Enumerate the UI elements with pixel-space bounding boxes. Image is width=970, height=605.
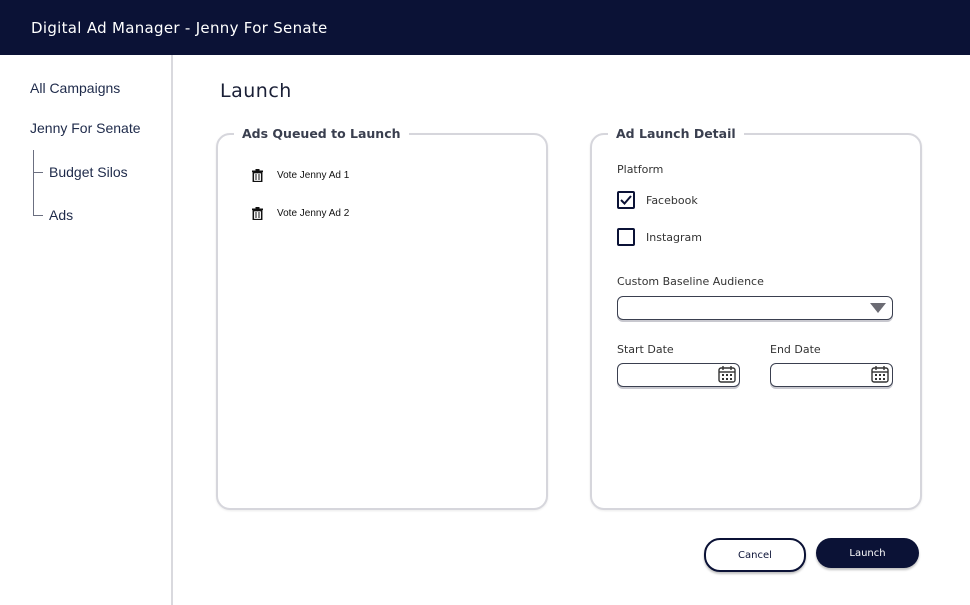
calendar-icon[interactable] (871, 365, 889, 383)
instagram-label: Instagram (646, 230, 702, 244)
trash-icon[interactable] (252, 169, 263, 182)
sidebar-item-jenny-for-senate[interactable]: Jenny For Senate (30, 120, 141, 136)
page-title: Launch (220, 80, 292, 102)
platform-instagram-option[interactable]: Instagram (617, 228, 702, 246)
audience-select[interactable] (617, 296, 893, 320)
sidebar-item-budget-silos[interactable]: Budget Silos (49, 164, 128, 180)
list-item: Vote Jenny Ad 1 (252, 169, 349, 182)
trash-icon[interactable] (252, 207, 263, 220)
start-date-label: Start Date (617, 343, 674, 356)
top-bar: Digital Ad Manager - Jenny For Senate (0, 0, 970, 55)
end-date-field[interactable] (770, 363, 893, 387)
checkmark-icon (620, 195, 632, 205)
cancel-button[interactable]: Cancel (704, 538, 806, 572)
ads-queue-legend: Ads Queued to Launch (234, 126, 409, 141)
tree-connector-branch (33, 172, 43, 173)
platform-label: Platform (617, 163, 664, 176)
queued-ad-label: Vote Jenny Ad 2 (277, 208, 350, 219)
chevron-down-icon (870, 303, 886, 313)
sidebar-item-ads[interactable]: Ads (49, 207, 73, 223)
app-title: Digital Ad Manager - Jenny For Senate (31, 18, 328, 37)
launch-button[interactable]: Launch (816, 538, 919, 568)
calendar-icon[interactable] (718, 365, 736, 383)
platform-facebook-option[interactable]: Facebook (617, 191, 698, 209)
tree-connector (33, 150, 34, 216)
tree-connector-branch (33, 215, 43, 216)
ads-queue-panel: Ads Queued to Launch Vote Jenny Ad 1 Vot… (216, 126, 548, 510)
ad-launch-detail-panel: Ad Launch Detail Platform Facebook Insta… (590, 126, 922, 510)
start-date-field[interactable] (617, 363, 740, 387)
sidebar: All Campaigns Jenny For Senate Budget Si… (0, 55, 173, 605)
ad-launch-detail-legend: Ad Launch Detail (608, 126, 744, 141)
sidebar-item-all-campaigns[interactable]: All Campaigns (30, 80, 120, 96)
end-date-label: End Date (770, 343, 821, 356)
list-item: Vote Jenny Ad 2 (252, 207, 349, 220)
facebook-label: Facebook (646, 193, 698, 207)
instagram-checkbox[interactable] (617, 228, 635, 246)
queued-ad-label: Vote Jenny Ad 1 (277, 170, 350, 181)
audience-label: Custom Baseline Audience (617, 275, 764, 288)
facebook-checkbox[interactable] (617, 191, 635, 209)
